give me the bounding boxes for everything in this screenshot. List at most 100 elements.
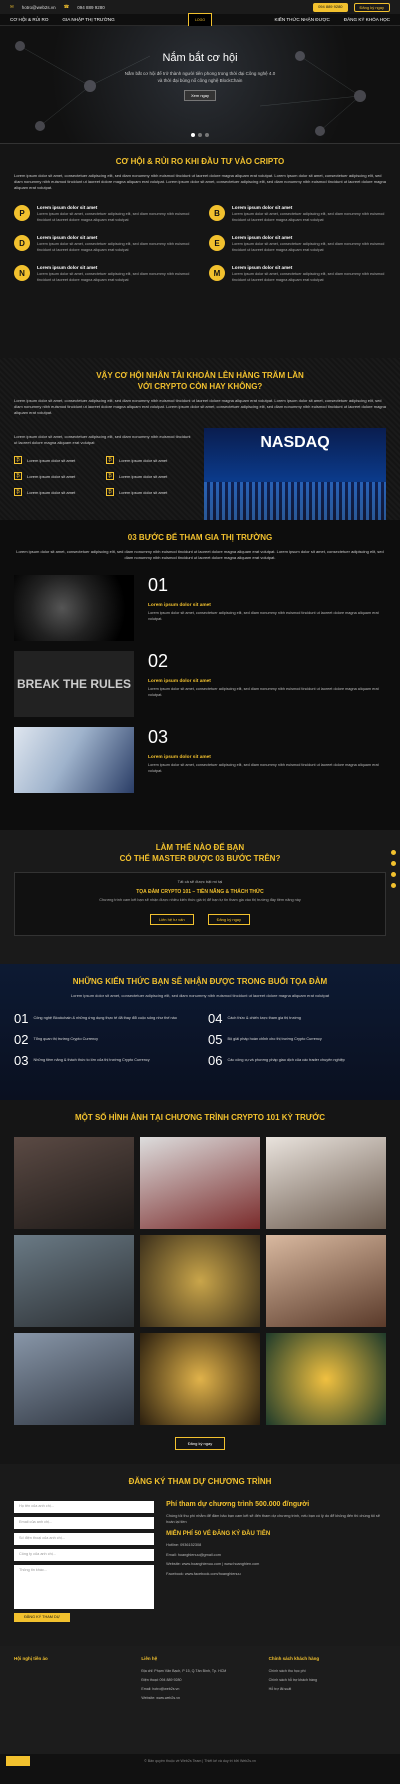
topbar-phone[interactable]: 094 889 9280 [77,5,105,10]
policy-link[interactable]: Hỗ trợ lãi suất [269,1687,386,1691]
footer-email[interactable]: Email: hotro@web2s.vn [141,1687,258,1691]
steps-title: 03 BƯỚC ĐỂ THAM GIA THỊ TRƯỜNG [127,533,273,542]
crypto-icon: M [209,265,225,281]
crypto-icon: E [209,235,225,251]
email-text: Email: hoanghienuu@gmail.com [166,1552,221,1557]
policy-link[interactable]: Chính sách hỗ trợ khách hàng [269,1678,386,1682]
course-box: Tất cả sẽ được bật mí tại TỌA ĐÀM CRYPTO… [14,872,386,936]
bullet-icon: ₿ [106,472,114,480]
step-number: 01 [148,575,169,595]
topbar-email[interactable]: hotro@web2s.vn [22,5,56,10]
slider-dots [0,133,400,137]
policy-link[interactable]: Chính sách thu học phí [269,1669,386,1673]
step-text: Lorem ipsum dolor sit amet, consectetuer… [148,611,379,621]
gallery-title: MỘT SỐ HÌNH ẢNH TẠI CHƯƠNG TRÌNH CRYPTO … [74,1113,326,1122]
name-field[interactable]: Họ tên của anh chị... [14,1501,155,1513]
call-button[interactable]: 094 889 9280 [313,2,348,12]
company-field[interactable]: Công ty của anh chị... [14,1549,155,1561]
hero-banner: Nắm bắt cơ hội Nắm bắt cơ hội để trở thà… [0,26,400,144]
knowledge-item: 01 Công nghệ Blockchain & những ứng dụng … [14,1011,177,1026]
gallery-photo[interactable] [14,1333,134,1425]
register-button[interactable]: Đăng ký ngay [207,914,251,925]
gallery-photo[interactable] [266,1333,386,1425]
feature-title: Lorem ipsum dolor sit amet [232,205,293,210]
nav-item-join-market[interactable]: GIA NHẬP THỊ TRƯỜNG [62,17,114,22]
gallery-photo[interactable] [14,1137,134,1229]
step-item: BREAK THE RULES 02 Lorem ipsum dolor sit … [14,651,386,717]
feature-item: E Lorem ipsum dolor sit amet Lorem ipsum d… [209,235,386,253]
register-title: ĐĂNG KÝ THAM DỰ CHƯƠNG TRÌNH [128,1477,272,1486]
gallery-grid [14,1137,386,1425]
step-text: Lorem ipsum dolor sit amet, consectetuer… [148,763,379,773]
steps-section: 03 BƯỚC ĐỂ THAM GIA THỊ TRƯỜNG Lorem ips… [0,520,400,830]
bullet-icon: ₿ [106,456,114,464]
feature-text: Lorem ipsum dolor sit amet, consectetuer… [232,272,385,282]
email-icon: ✉ [10,4,14,9]
knowledge-grid: 01 Công nghệ Blockchain & những ứng dụng … [14,1011,386,1068]
gallery-photo[interactable] [140,1235,260,1327]
gallery-photo[interactable] [140,1137,260,1229]
footer-phone[interactable]: Điện thoại: 094 889 9280 [141,1678,258,1682]
nav-item-register[interactable]: ĐĂNG KÝ KHÓA HỌC [344,17,390,22]
gallery-photo[interactable] [266,1137,386,1229]
footer-col-title: Liên hệ [141,1656,158,1661]
slider-dot[interactable] [191,133,195,137]
opp-title: VẬY CƠ HỘI NHÂN TÀI KHOẢN LÊN HÀNG TRĂM … [96,371,304,391]
fee-title: Phí tham dự chương trình 500.000 đ/người [166,1501,310,1508]
network-graphic [15,41,366,136]
master-section: LÀM THẾ NÀO ĐỂ BẠN CÓ THỂ MASTER ĐƯỢC 03 … [0,830,400,964]
step-number: 02 [148,651,169,671]
slider-dot[interactable] [205,133,209,137]
slider-dot[interactable] [198,133,202,137]
nav-item-opportunity[interactable]: CƠ HỘI & RỦI RO [10,17,48,22]
crypto-icon: B [209,205,225,221]
register-top-button[interactable]: Đăng ký ngay [353,2,390,12]
footer: Hội nghị tiền ảo Liên hệ Địa chỉ: Phạm V… [0,1646,400,1754]
feature-text: Lorem ipsum dolor sit amet, consectetuer… [232,212,385,222]
hotline-text: Hotline: 0936152308 [166,1543,202,1547]
feature-title: Lorem ipsum dolor sit amet [37,265,98,270]
gallery-photo[interactable] [14,1235,134,1327]
email-field[interactable]: Email của anh chị... [14,1517,155,1529]
nav-dot[interactable] [391,872,396,877]
submit-button[interactable]: ĐĂNG KÝ THAM DỰ [14,1613,70,1622]
opp-desc: Lorem ipsum dolor sit amet, consectetuer… [14,398,386,415]
nasdaq-image: NASDAQ [204,428,386,522]
website-text: Website: www.hoanghienuu.com | www.hoang… [166,1562,260,1566]
fee-note: Chúng tôi thu phí nhằm để đảm bảo bạn ca… [166,1514,380,1524]
step-number: 03 [148,727,169,747]
phone-field[interactable]: Số điện thoại của anh chị... [14,1533,155,1545]
phone-icon: ☎ [63,4,70,9]
gallery-register-button[interactable]: Đăng ký ngay [175,1437,225,1450]
step-title: Lorem ipsum dolor sit amet [148,603,211,608]
gallery-photo[interactable] [140,1333,260,1425]
feature-text: Lorem ipsum dolor sit amet, consectetuer… [37,242,190,252]
bullet-icon: ₿ [14,456,22,464]
nav-dot[interactable] [391,850,396,855]
copyright-bar: © Bản quyền thuộc về Web2s Team | Thiết … [0,1754,400,1768]
list-item: ₿ Lorem ipsum dolor sit amet [14,472,102,480]
nav-dot[interactable] [391,883,396,888]
message-field[interactable]: Thông tin khác... [14,1565,155,1609]
nav-item-knowledge[interactable]: KIẾN THỨC NHẬN ĐƯỢC [274,17,329,22]
knowledge-item: 06 Các công cụ và phương pháp giao dịch c… [208,1053,345,1068]
course-name: TỌA ĐÀM CRYPTO 101 – TIỀN NĂNG & THÁCH T… [136,889,264,895]
logo[interactable]: LOGO [188,13,212,27]
opp-text: Lorem ipsum dolor sit amet, consectetuer… [14,434,191,445]
course-small: Tất cả sẽ được bật mí tại [177,879,223,884]
footer-website[interactable]: Website: www.web2s.vn [141,1696,258,1700]
knowledge-item: 03 Những tiềm năng & thách thức to lớn củ… [14,1053,150,1068]
gallery-photo[interactable] [266,1235,386,1327]
clock-image [14,575,134,641]
top-bar: ✉ hotro@web2s.vn ☎ 094 889 9280 094 889 … [0,0,400,14]
risk-desc: Lorem ipsum dolor sit amet, consectetuer… [14,173,386,190]
contact-button[interactable]: Liên hệ tư vấn [149,914,194,925]
nav-dot[interactable] [391,861,396,866]
footer-col-title: Hội nghị tiền ảo [14,1656,48,1661]
register-section: ĐĂNG KÝ THAM DỰ CHƯƠNG TRÌNH Họ tên của … [0,1464,400,1646]
risk-title: CƠ HỘI & RỦI RO KHI ĐẦU TƯ VÀO CRIPTO [115,157,285,166]
risk-features: P Lorem ipsum dolor sit amet Lorem ipsum d… [14,205,386,283]
feature-text: Lorem ipsum dolor sit amet, consectetuer… [37,212,190,222]
footer-badge [6,1756,30,1766]
feature-item: M Lorem ipsum dolor sit amet Lorem ipsum d… [209,265,386,283]
